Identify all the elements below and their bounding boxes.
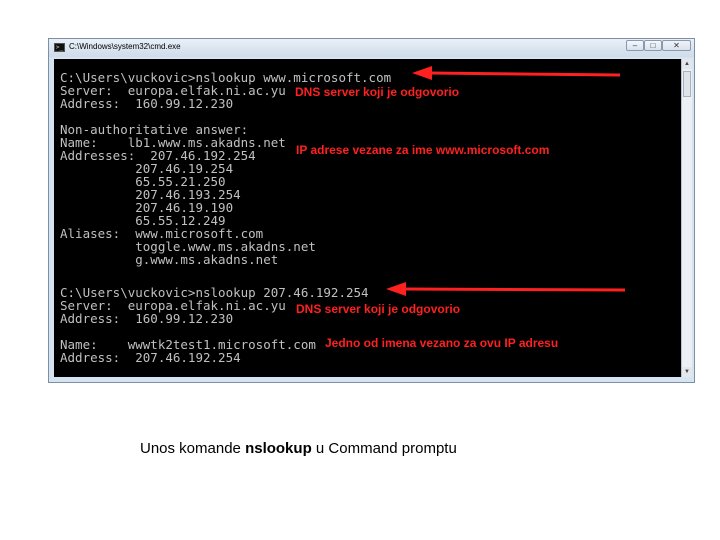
caption: Unos komande nslookup u Command promptu bbox=[140, 440, 457, 457]
caption-prefix: Unos komande bbox=[140, 440, 246, 457]
arrow-icon bbox=[412, 66, 621, 80]
arrow-icon bbox=[386, 282, 626, 296]
caption-suffix: u Command promptu bbox=[311, 440, 457, 457]
caption-command: nslookup bbox=[245, 440, 312, 457]
annotation-arrows bbox=[386, 66, 626, 296]
